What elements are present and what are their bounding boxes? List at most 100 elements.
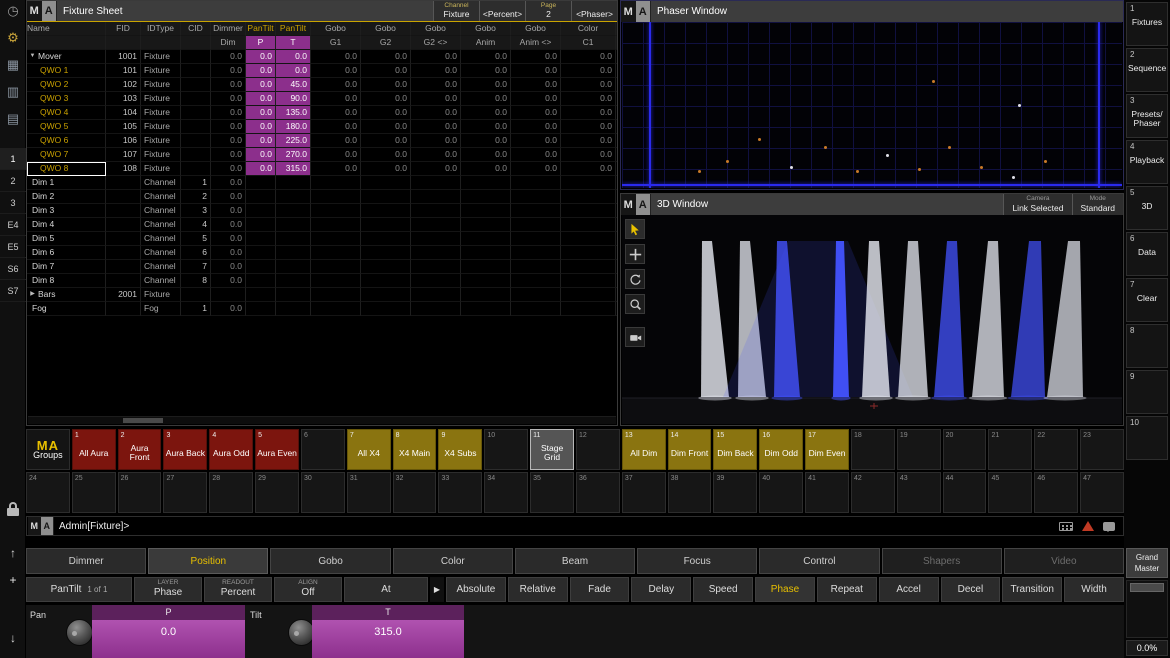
column-subheader-c1[interactable]: C1	[561, 36, 616, 50]
gobo-cell-2[interactable]	[361, 260, 411, 274]
name-cell-qwo-7[interactable]: QWO 7	[27, 148, 106, 162]
rows-icon[interactable]: ▤	[3, 110, 23, 128]
tilt-cell[interactable]	[276, 260, 311, 274]
pan-cell[interactable]	[246, 274, 276, 288]
page-button-e5[interactable]: E5	[0, 236, 26, 258]
preset-tab-focus[interactable]: Focus	[637, 548, 757, 574]
3d-viewport[interactable]	[622, 215, 1122, 424]
page-button-3[interactable]: 3	[0, 192, 26, 214]
view-button-8[interactable]: 8	[1126, 324, 1168, 368]
gobo-cell-2[interactable]	[361, 176, 411, 190]
pan-cell[interactable]	[246, 232, 276, 246]
cid-cell[interactable]: 5	[181, 232, 211, 246]
clock-icon[interactable]: ◷	[3, 2, 23, 20]
sheet-option-2[interactable]: Page2	[525, 1, 571, 21]
tilt-cell[interactable]: 135.0	[276, 106, 311, 120]
fid-cell[interactable]	[106, 232, 141, 246]
ma-logo[interactable]: M A	[621, 194, 651, 215]
group-pool-item-46[interactable]: 46	[1034, 472, 1078, 513]
group-pool-item-44[interactable]: 44	[943, 472, 987, 513]
cid-cell[interactable]: 8	[181, 274, 211, 288]
dimmer-cell[interactable]: 0.0	[211, 246, 246, 260]
gobo-cell-1[interactable]	[311, 232, 361, 246]
pan-cell[interactable]: 0.0	[246, 78, 276, 92]
group-pool-item-34[interactable]: 34	[484, 472, 528, 513]
columns-icon[interactable]: ▥	[3, 83, 23, 101]
up-arrow-icon[interactable]: ↑	[3, 544, 23, 562]
encoder-value-panel-pan[interactable]: P0.0	[92, 605, 245, 658]
group-pool-item-22[interactable]: 22	[1034, 429, 1078, 470]
fid-cell[interactable]: 1001	[106, 50, 141, 64]
encoder-knob-pan[interactable]	[66, 619, 93, 646]
group-pool-item-23[interactable]: 23	[1080, 429, 1124, 470]
orbit-tool-icon[interactable]	[625, 269, 645, 289]
group-pool-item-7[interactable]: 7All X4	[347, 429, 391, 470]
pan-cell[interactable]	[246, 288, 276, 302]
gobo-cell-4[interactable]: 0.0	[461, 64, 511, 78]
gobo-cell-5[interactable]: 0.0	[511, 106, 561, 120]
name-cell-qwo-2[interactable]: QWO 2	[27, 78, 106, 92]
idtype-cell[interactable]: Channel	[141, 274, 181, 288]
down-arrow-icon[interactable]: ↓	[3, 629, 23, 647]
pan-cell[interactable]	[246, 190, 276, 204]
gobo-cell-2[interactable]	[361, 232, 411, 246]
preset-tab-position[interactable]: Position	[148, 548, 268, 574]
color-cell[interactable]	[561, 274, 616, 288]
name-cell-dim-4[interactable]: Dim 4	[27, 218, 106, 232]
group-pool-item-8[interactable]: 8X4 Main	[393, 429, 437, 470]
gobo-cell-3[interactable]	[411, 218, 461, 232]
color-cell[interactable]	[561, 190, 616, 204]
gobo-cell-5[interactable]	[511, 288, 561, 302]
name-cell-qwo-4[interactable]: QWO 4	[27, 106, 106, 120]
group-pool-item-13[interactable]: 13All Dim	[622, 429, 666, 470]
group-pool-item-15[interactable]: 15Dim Back	[713, 429, 757, 470]
dimmer-cell[interactable]: 0.0	[211, 148, 246, 162]
gobo-cell-2[interactable]: 0.0	[361, 162, 411, 176]
expander-icon[interactable]: ▼	[27, 50, 38, 63]
column-subheader-anim[interactable]: Anim	[461, 36, 511, 50]
color-cell[interactable]: 0.0	[561, 50, 616, 64]
gobo-cell-1[interactable]	[311, 190, 361, 204]
idtype-cell[interactable]: Channel	[141, 204, 181, 218]
tilt-cell[interactable]: 270.0	[276, 148, 311, 162]
column-header-name-0[interactable]: Name	[27, 22, 106, 36]
dimmer-cell[interactable]: 0.0	[211, 134, 246, 148]
idtype-cell[interactable]: Channel	[141, 176, 181, 190]
tilt-cell[interactable]	[276, 302, 311, 316]
cid-cell[interactable]: 3	[181, 204, 211, 218]
ma-logo[interactable]: M A	[27, 1, 57, 21]
pan-cell[interactable]: 0.0	[246, 50, 276, 64]
gobo-cell-5[interactable]	[511, 274, 561, 288]
gobo-cell-4[interactable]	[461, 288, 511, 302]
cid-cell[interactable]: 1	[181, 302, 211, 316]
fid-cell[interactable]: 104	[106, 106, 141, 120]
gobo-cell-1[interactable]: 0.0	[311, 134, 361, 148]
gobo-cell-4[interactable]	[461, 190, 511, 204]
color-cell[interactable]	[561, 218, 616, 232]
name-cell-qwo-6[interactable]: QWO 6	[27, 134, 106, 148]
group-pool-item-12[interactable]: 12	[576, 429, 620, 470]
gobo-cell-1[interactable]	[311, 302, 361, 316]
name-cell-mover[interactable]: ▼Mover	[27, 50, 106, 64]
color-cell[interactable]	[561, 176, 616, 190]
gobo-cell-5[interactable]: 0.0	[511, 64, 561, 78]
move-tool-icon[interactable]	[625, 244, 645, 264]
dimmer-cell[interactable]: 0.0	[211, 232, 246, 246]
gobo-cell-2[interactable]: 0.0	[361, 120, 411, 134]
gobo-cell-2[interactable]: 0.0	[361, 148, 411, 162]
column-header-gobo-7[interactable]: Gobo	[311, 22, 361, 36]
command-line[interactable]: M A Admin[Fixture]>	[26, 516, 1124, 536]
cid-cell[interactable]: 7	[181, 260, 211, 274]
color-cell[interactable]: 0.0	[561, 162, 616, 176]
color-cell[interactable]	[561, 204, 616, 218]
pan-cell[interactable]	[246, 176, 276, 190]
pan-cell[interactable]: 0.0	[246, 120, 276, 134]
gobo-cell-1[interactable]: 0.0	[311, 106, 361, 120]
gobo-cell-3[interactable]: 0.0	[411, 148, 461, 162]
cid-cell[interactable]: 1	[181, 176, 211, 190]
idtype-cell[interactable]: Fixture	[141, 134, 181, 148]
gobo-cell-4[interactable]: 0.0	[461, 162, 511, 176]
cid-cell[interactable]	[181, 162, 211, 176]
dimmer-cell[interactable]: 0.0	[211, 106, 246, 120]
gobo-cell-3[interactable]	[411, 260, 461, 274]
